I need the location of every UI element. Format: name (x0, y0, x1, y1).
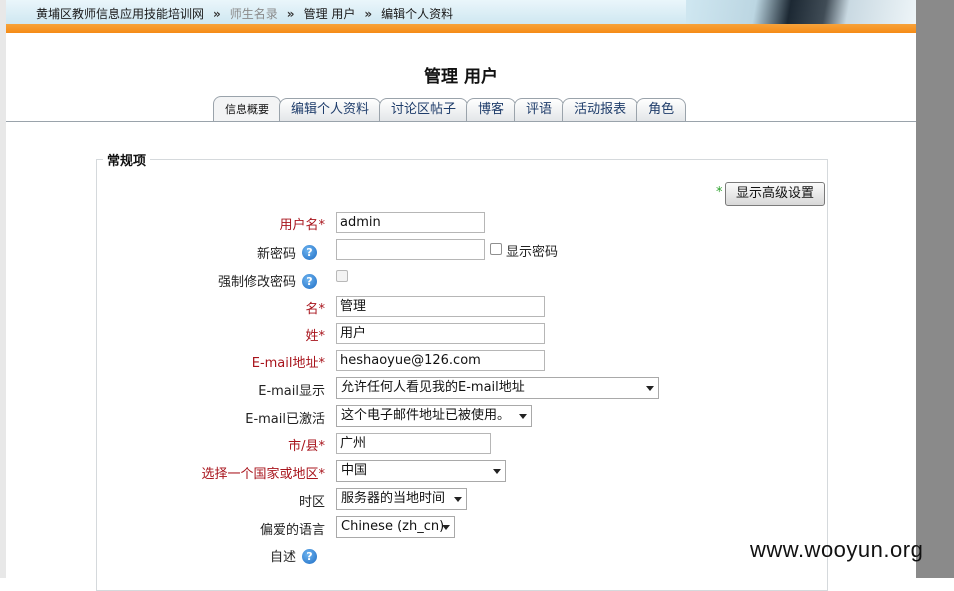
language-label: 偏爱的语言 (259, 523, 325, 538)
timezone-label: 时区 (298, 495, 325, 510)
profile-tabs: 信息概要 编辑个人资料 讨论区帖子 博客 评语 活动报表 角色 (213, 96, 687, 122)
general-fieldset-legend: 常规项 (103, 150, 151, 169)
email-activated-select[interactable]: 这个电子邮件地址已被使用。 (336, 405, 532, 427)
country-select[interactable]: 中国 (336, 460, 506, 482)
tab-profile-summary[interactable]: 信息概要 (213, 96, 281, 121)
chevron-down-icon (442, 525, 450, 530)
email-activated-value: 这个电子邮件地址已被使用。 (341, 408, 511, 423)
breadcrumb-current: 编辑个人资料 (381, 7, 454, 21)
show-password-checkbox[interactable] (490, 243, 502, 255)
timezone-value: 服务器的当地时间 (341, 491, 446, 506)
email-input[interactable]: heshaoyue@126.com (336, 350, 545, 371)
force-password-help-icon[interactable]: ? (302, 274, 317, 289)
country-value: 中国 (341, 463, 368, 478)
tabs-baseline (6, 121, 916, 122)
force-password-change-label: 强制修改密码 (217, 275, 296, 290)
header-orange-stripe (6, 24, 916, 33)
breadcrumb-manage-users-link[interactable]: 管理 用户 (304, 5, 356, 22)
city-input[interactable]: 广州 (336, 433, 491, 454)
tab-comments[interactable]: 评语 (514, 98, 565, 121)
force-password-change-checkbox[interactable] (336, 270, 348, 282)
breadcrumb-separator: » (286, 7, 295, 21)
chevron-down-icon (646, 386, 654, 391)
breadcrumb-directory-link[interactable]: 师生名录 (230, 5, 278, 22)
tab-roles[interactable]: 角色 (636, 98, 687, 121)
new-password-help-icon[interactable]: ? (302, 245, 317, 260)
show-advanced-button[interactable]: 显示高级设置 (725, 182, 825, 206)
chevron-down-icon (519, 414, 527, 419)
description-label: 自述 (269, 550, 296, 565)
email-display-value: 允许任何人看见我的E-mail地址 (341, 380, 525, 395)
right-gutter (916, 0, 954, 578)
email-label: E-mail地址* (251, 356, 325, 371)
tab-activity-report[interactable]: 活动报表 (562, 98, 639, 121)
email-display-select[interactable]: 允许任何人看见我的E-mail地址 (336, 377, 659, 399)
description-help-icon[interactable]: ? (302, 549, 317, 564)
advanced-required-mark: * (716, 185, 723, 200)
watermark: www.wooyun.org (750, 537, 924, 562)
header-banner-art (686, 0, 916, 24)
email-activated-label: E-mail已激活 (245, 412, 325, 427)
timezone-select[interactable]: 服务器的当地时间 (336, 488, 467, 510)
username-input[interactable]: admin (336, 212, 485, 233)
breadcrumb-separator: » (213, 7, 221, 21)
lastname-label: 姓* (305, 329, 325, 344)
show-password-label: 显示密码 (506, 245, 559, 260)
new-password-label: 新密码 (256, 247, 296, 262)
chevron-down-icon (493, 469, 501, 474)
new-password-input[interactable] (336, 239, 485, 260)
breadcrumb-separator: » (364, 7, 373, 21)
username-label: 用户名* (279, 218, 325, 233)
city-label: 市/县* (288, 439, 325, 454)
tab-forum-posts[interactable]: 讨论区帖子 (379, 98, 469, 121)
tab-blog[interactable]: 博客 (466, 98, 517, 121)
page-title: 管理 用户 (424, 67, 498, 87)
language-value: Chinese (zh_cn) (341, 519, 445, 534)
firstname-input[interactable]: 管理 (336, 296, 545, 317)
breadcrumb: 黄埔区教师信息应用技能培训网 » 师生名录 » 管理 用户 » 编辑个人资料 (36, 5, 453, 22)
chevron-down-icon (454, 497, 462, 502)
country-label: 选择一个国家或地区* (201, 467, 325, 482)
tab-edit-profile[interactable]: 编辑个人资料 (279, 98, 382, 121)
breadcrumb-site-link[interactable]: 黄埔区教师信息应用技能培训网 (36, 5, 204, 22)
lastname-input[interactable]: 用户 (336, 323, 545, 344)
firstname-label: 名* (305, 302, 325, 317)
email-display-label: E-mail显示 (258, 384, 325, 399)
language-select[interactable]: Chinese (zh_cn) (336, 516, 455, 538)
